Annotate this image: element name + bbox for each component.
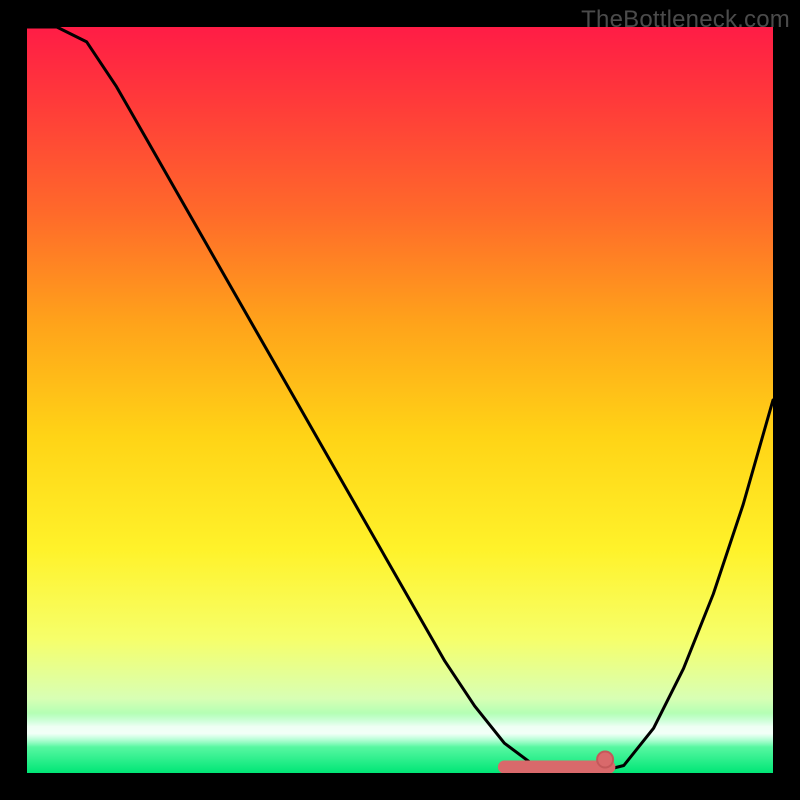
- bottleneck-curve: [27, 27, 773, 773]
- chart-frame: TheBottleneck.com: [0, 0, 800, 800]
- curve-layer: [27, 27, 773, 773]
- plot-area: [27, 27, 773, 773]
- marker-dot: [597, 752, 613, 768]
